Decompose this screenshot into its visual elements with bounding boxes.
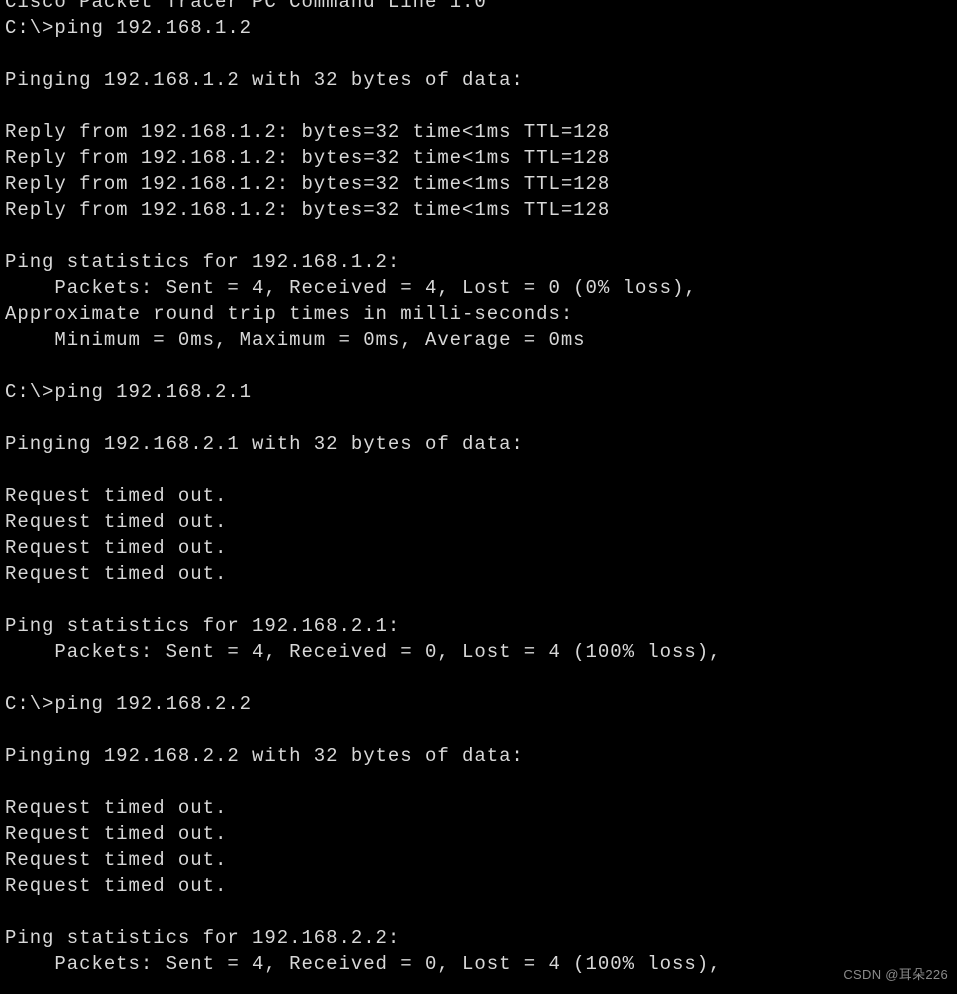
console-line: Packets: Sent = 4, Received = 0, Lost = … (5, 641, 722, 663)
console-line: Approximate round trip times in milli-se… (5, 303, 574, 325)
console-line: Request timed out. (5, 875, 228, 897)
console-line: Request timed out. (5, 537, 228, 559)
console-line: Request timed out. (5, 563, 228, 585)
console-line: Cisco Packet Tracer PC Command Line 1.0 (5, 0, 487, 13)
console-line: Minimum = 0ms, Maximum = 0ms, Average = … (5, 329, 586, 351)
console-line: Packets: Sent = 4, Received = 0, Lost = … (5, 953, 722, 975)
watermark-label: CSDN @耳朵226 (843, 967, 948, 982)
console-line: Reply from 192.168.1.2: bytes=32 time<1m… (5, 173, 611, 195)
console-line: Pinging 192.168.2.1 with 32 bytes of dat… (5, 433, 524, 455)
console-line: C:\>ping 192.168.2.2 (5, 693, 253, 715)
console-line: C:\>ping 192.168.2.1 (5, 381, 253, 403)
console-line: Request timed out. (5, 797, 228, 819)
console-line: Request timed out. (5, 823, 228, 845)
console-line: Ping statistics for 192.168.2.2: (5, 927, 401, 949)
console-line: Pinging 192.168.2.2 with 32 bytes of dat… (5, 745, 524, 767)
console-line: Reply from 192.168.1.2: bytes=32 time<1m… (5, 199, 611, 221)
console-line: Packets: Sent = 4, Received = 4, Lost = … (5, 277, 697, 299)
terminal-window[interactable]: Cisco Packet Tracer PC Command Line 1.0 C… (0, 0, 957, 994)
console-output[interactable]: Cisco Packet Tracer PC Command Line 1.0 C… (5, 0, 721, 977)
console-line: Ping statistics for 192.168.2.1: (5, 615, 401, 637)
console-line: Request timed out. (5, 485, 228, 507)
console-line: Reply from 192.168.1.2: bytes=32 time<1m… (5, 147, 611, 169)
console-line: Request timed out. (5, 511, 228, 533)
console-line: Pinging 192.168.1.2 with 32 bytes of dat… (5, 69, 524, 91)
console-line: Ping statistics for 192.168.1.2: (5, 251, 401, 273)
console-line: C:\>ping 192.168.1.2 (5, 17, 253, 39)
console-line: Reply from 192.168.1.2: bytes=32 time<1m… (5, 121, 611, 143)
console-line: Request timed out. (5, 849, 228, 871)
